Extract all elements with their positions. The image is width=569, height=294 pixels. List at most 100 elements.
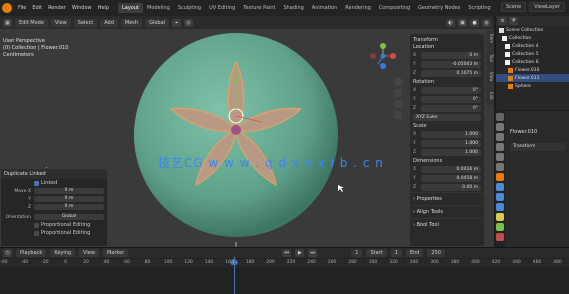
view-layer-tab-icon[interactable] [496, 143, 504, 151]
properties-object-name[interactable]: Flower.010 [510, 129, 537, 135]
dimensions-z-field[interactable]: 0.00 m [421, 183, 481, 191]
outliner-row[interactable]: Collection [496, 34, 569, 42]
timeline-view-menu[interactable]: View [79, 249, 99, 257]
tab-uv-editing[interactable]: UV Editing [205, 3, 239, 13]
view-menu[interactable]: View [50, 18, 71, 27]
modifier-tab-icon[interactable] [496, 183, 504, 191]
overlays-icon[interactable]: ◐ [446, 18, 455, 27]
menu-file[interactable]: File [18, 5, 26, 11]
world-tab-icon[interactable] [496, 163, 504, 171]
output-tab-icon[interactable] [496, 133, 504, 141]
location-y-field[interactable]: -0.05043 m [421, 60, 481, 68]
editor-type-icon[interactable]: ▦ [3, 18, 12, 27]
orientation-dropdown[interactable]: Global [34, 214, 104, 220]
jump-end-icon[interactable]: ⏭ [308, 249, 318, 257]
playback-menu[interactable]: Playback [16, 249, 47, 257]
rotation-x-field[interactable]: 0° [421, 86, 481, 94]
tab-rendering[interactable]: Rendering [341, 3, 375, 13]
outliner-row[interactable]: Flower.010 [496, 66, 569, 74]
data-tab-icon[interactable] [496, 223, 504, 231]
outliner-filter-icon[interactable]: ⧩ [509, 17, 518, 25]
tab-texture-paint[interactable]: Texture Paint [239, 3, 279, 13]
play-icon[interactable]: ▶ [295, 249, 305, 257]
properties-collapsed-panel[interactable]: › Properties [410, 192, 484, 205]
render-tab-icon[interactable] [496, 123, 504, 131]
outliner-row[interactable]: Collection 5 [496, 50, 569, 58]
move-x-field[interactable]: 0 m [34, 188, 104, 194]
blender-logo-icon[interactable] [2, 3, 12, 13]
proportional-row-1[interactable]: Proportional Editing [1, 221, 107, 229]
timeline-editor-icon[interactable]: ◷ [3, 249, 12, 257]
navigation-gizmo-icon[interactable] [370, 43, 396, 69]
menu-help[interactable]: Help [98, 5, 109, 11]
scale-x-field[interactable]: 1.000 [421, 130, 481, 138]
tab-geometry-nodes[interactable]: Geometry Nodes [414, 3, 464, 13]
tab-sculpting[interactable]: Sculpting [174, 3, 205, 13]
keying-menu[interactable]: Keying [50, 249, 76, 257]
menu-render[interactable]: Render [48, 5, 66, 11]
rotation-y-field[interactable]: 0° [421, 95, 481, 103]
physics-tab-icon[interactable] [496, 203, 504, 211]
outliner-row[interactable]: Collection 6 [496, 58, 569, 66]
scale-z-field[interactable]: 1.000 [421, 148, 481, 156]
properties-transform-section[interactable]: Transform [510, 143, 566, 151]
solid-shading-icon[interactable]: ● [470, 18, 479, 27]
mesh-menu[interactable]: Mesh [120, 18, 143, 27]
tab-shading[interactable]: Shading [279, 3, 307, 13]
zoom-icon[interactable] [394, 78, 402, 86]
move-y-field[interactable]: 0 m [34, 196, 104, 202]
pan-icon[interactable] [394, 89, 402, 97]
outliner-editor-icon[interactable]: ≡ [498, 17, 507, 25]
tab-modeling[interactable]: Modeling [143, 3, 174, 13]
marker-menu[interactable]: Marker [102, 249, 129, 257]
linked-checkbox[interactable] [34, 180, 39, 186]
proportional-checkbox-1[interactable] [34, 222, 39, 228]
tab-animation[interactable]: Animation [308, 3, 342, 13]
scale-y-field[interactable]: 1.000 [421, 139, 481, 147]
start-frame-field[interactable]: 1 [390, 249, 402, 257]
timeline-ruler[interactable]: -60 -40 -20 0 20 40 60 80 100 120 140 160 180 200 220 2… [0, 259, 569, 267]
proportional-checkbox-2[interactable] [34, 230, 39, 236]
constraints-tab-icon[interactable] [496, 213, 504, 221]
outliner-row-selected[interactable]: Flower.011 [496, 74, 569, 82]
view-layer-selector[interactable]: ViewLayer [529, 2, 565, 12]
scene-selector[interactable]: Scene [500, 2, 527, 12]
linked-checkbox-row[interactable]: Linked [1, 179, 107, 187]
transform-section-title[interactable]: Transform [410, 34, 484, 44]
particles-tab-icon[interactable] [496, 193, 504, 201]
dimensions-x-field[interactable]: 0.0416 m [421, 165, 481, 173]
playhead[interactable] [234, 257, 235, 294]
move-z-field[interactable]: 0 m [34, 204, 104, 210]
dimensions-y-field[interactable]: 0.0458 m [421, 174, 481, 182]
outliner-row[interactable]: Sphere [496, 82, 569, 90]
tab-edit[interactable]: Edit [486, 87, 494, 105]
add-menu[interactable]: Add [100, 18, 118, 27]
bool-tool-collapsed-panel[interactable]: › Bool Tool [410, 218, 484, 231]
outliner-row[interactable]: Scene Collection [496, 26, 569, 34]
rotation-mode-dropdown[interactable]: XYZ Euler [413, 113, 481, 121]
align-tools-collapsed-panel[interactable]: › Align Tools [410, 205, 484, 218]
jump-start-icon[interactable]: ⏮ [282, 249, 292, 257]
menu-window[interactable]: Window [72, 5, 92, 11]
tab-view[interactable]: View [486, 68, 494, 86]
scene-tab-icon[interactable] [496, 153, 504, 161]
xray-icon[interactable]: ▣ [458, 18, 467, 27]
snap-icon[interactable]: ⌖ [172, 18, 182, 27]
mode-selector[interactable]: Edit Mode [15, 18, 48, 27]
object-tab-icon[interactable] [496, 173, 504, 181]
camera-icon[interactable] [394, 100, 402, 108]
location-x-field[interactable]: 0 m [421, 51, 481, 59]
location-z-field[interactable]: 0.1075 m [421, 69, 481, 77]
operator-panel-title[interactable]: Duplicate Linked [1, 169, 107, 179]
current-frame-field[interactable]: 1 [351, 249, 363, 257]
tab-layout[interactable]: Layout [118, 3, 143, 13]
tab-item[interactable]: Item [486, 30, 494, 48]
material-tab-icon[interactable] [496, 233, 504, 241]
grid-icon[interactable] [394, 111, 402, 119]
gizmo-y-handle-icon[interactable] [234, 78, 238, 82]
outliner-row[interactable]: Collection 4 [496, 42, 569, 50]
proportional-row-2[interactable]: Proportional Editing [1, 229, 107, 237]
menu-edit[interactable]: Edit [32, 5, 42, 11]
orientation-selector[interactable]: Global [145, 18, 170, 27]
rotation-z-field[interactable]: 0° [421, 104, 481, 112]
